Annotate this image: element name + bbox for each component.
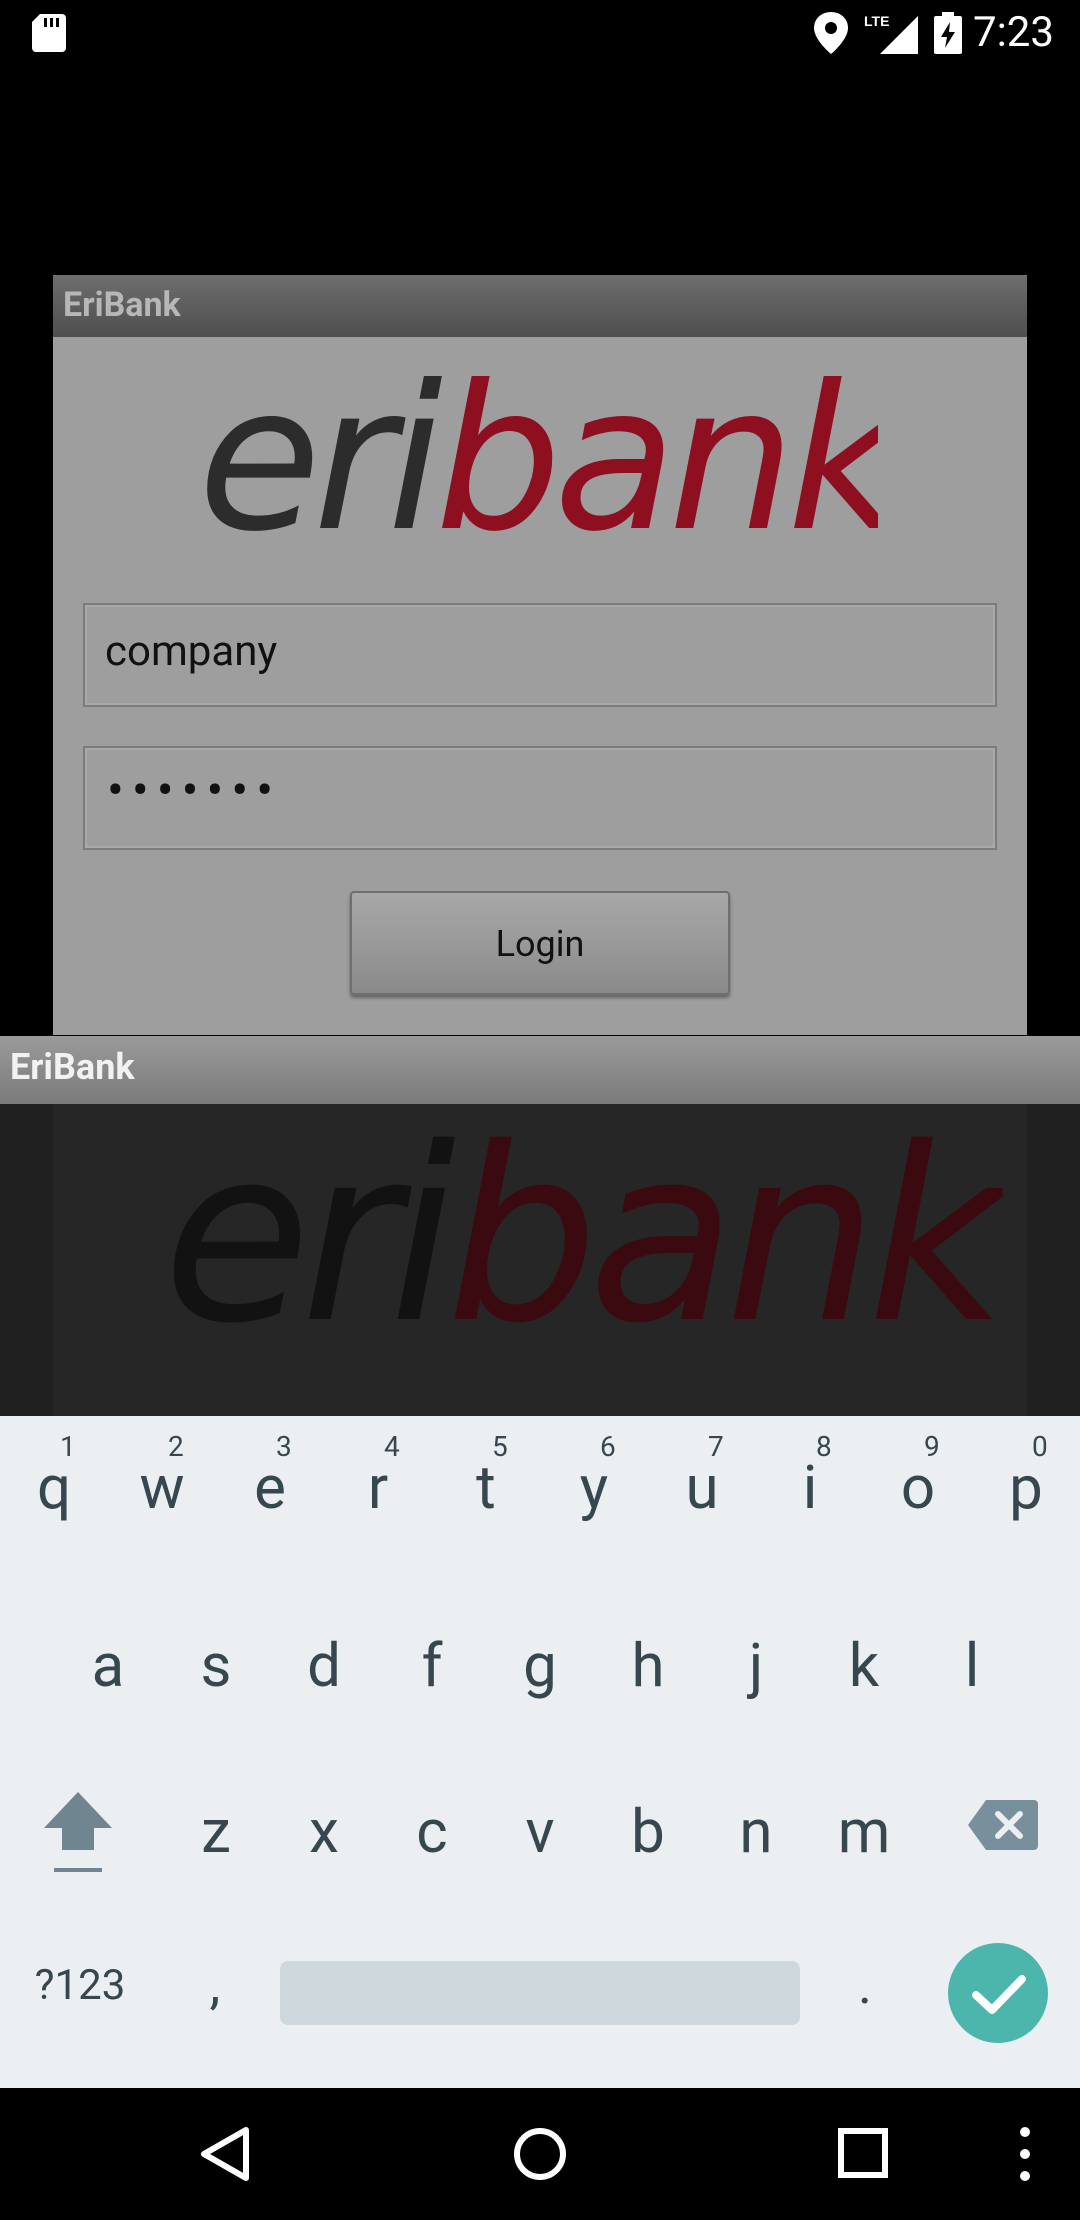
key-g[interactable]: g xyxy=(486,1630,594,1790)
key-label: f xyxy=(421,1630,443,1701)
key-label: u xyxy=(685,1452,719,1523)
key-label: l xyxy=(964,1630,980,1701)
key-label: a xyxy=(91,1630,125,1701)
key-b[interactable]: b xyxy=(594,1796,702,1956)
key-p[interactable]: 0p xyxy=(972,1416,1080,1576)
key-label: x xyxy=(309,1796,339,1867)
svg-text:LTE: LTE xyxy=(864,13,889,29)
back-icon[interactable] xyxy=(196,2124,252,2184)
key-t[interactable]: 5t xyxy=(432,1416,540,1576)
key-y[interactable]: 6y xyxy=(540,1416,648,1576)
backspace-key-icon[interactable] xyxy=(968,1800,1038,1850)
comma-key[interactable]: , xyxy=(180,1946,250,2026)
key-label: b xyxy=(631,1796,665,1867)
key-j[interactable]: j xyxy=(702,1630,810,1790)
key-c[interactable]: c xyxy=(378,1796,486,1956)
key-v[interactable]: v xyxy=(486,1796,594,1956)
key-label: n xyxy=(739,1796,773,1867)
location-icon xyxy=(814,12,848,54)
key-label: h xyxy=(631,1630,665,1701)
recents-icon[interactable] xyxy=(838,2128,888,2178)
key-x[interactable]: x xyxy=(270,1796,378,1956)
key-label: o xyxy=(900,1452,936,1523)
key-r[interactable]: 4r xyxy=(324,1416,432,1576)
key-label: r xyxy=(367,1452,389,1523)
password-value: ••••••• xyxy=(107,762,282,820)
svg-text:eribank: eribank xyxy=(198,363,878,553)
key-z[interactable]: z xyxy=(162,1796,270,1956)
clock: 7:23 xyxy=(973,8,1054,57)
key-d[interactable]: d xyxy=(270,1630,378,1790)
battery-charging-icon xyxy=(934,12,962,54)
password-field[interactable]: ••••••• xyxy=(83,746,997,850)
home-icon[interactable] xyxy=(512,2124,568,2184)
eribank-logo: eribank xyxy=(198,363,878,553)
key-l[interactable]: l xyxy=(918,1630,1026,1790)
lte-signal-icon: LTE xyxy=(864,13,918,54)
window-content: eribank xyxy=(53,1104,1027,1416)
key-u[interactable]: 7u xyxy=(648,1416,756,1576)
key-w[interactable]: 2w xyxy=(108,1416,216,1576)
login-dialog: EriBank eribank company ••••••• Login xyxy=(53,275,1027,1035)
login-button-label: Login xyxy=(495,923,585,965)
svg-text:eribank: eribank xyxy=(163,1124,1003,1344)
login-button[interactable]: Login xyxy=(350,891,730,995)
key-label: v xyxy=(525,1796,555,1867)
dialog-title-bar: EriBank xyxy=(53,275,1027,337)
key-i[interactable]: 8i xyxy=(756,1416,864,1576)
checkmark-icon xyxy=(972,1975,1026,2014)
period-key[interactable]: . xyxy=(830,1946,900,2026)
key-label: e xyxy=(254,1452,286,1523)
key-label: g xyxy=(523,1630,557,1701)
key-label: w xyxy=(139,1452,185,1523)
key-label: y xyxy=(579,1452,609,1523)
key-f[interactable]: f xyxy=(378,1630,486,1790)
sd-card-icon xyxy=(32,14,66,52)
eribank-logo-dim: eribank xyxy=(163,1124,1003,1344)
key-e[interactable]: 3e xyxy=(216,1416,324,1576)
key-label: c xyxy=(416,1796,448,1867)
username-value: company xyxy=(105,627,278,676)
key-label: i xyxy=(802,1452,818,1523)
navigation-bar xyxy=(0,2088,1080,2220)
done-key[interactable] xyxy=(948,1943,1048,2043)
key-label: z xyxy=(201,1796,231,1867)
symbols-key[interactable]: ?123 xyxy=(20,1946,140,2026)
soft-keyboard: 1q2w3e4r5t6y7u8i9o0p a s d f g h j k l z x c v b nm ?… xyxy=(0,1416,1080,2088)
key-label: q xyxy=(36,1452,72,1523)
key-n[interactable]: n xyxy=(702,1796,810,1956)
key-q[interactable]: 1q xyxy=(0,1416,108,1576)
space-key[interactable] xyxy=(280,1961,800,2025)
dialog-title: EriBank xyxy=(63,285,181,325)
key-label: t xyxy=(476,1452,496,1523)
key-s[interactable]: s xyxy=(162,1630,270,1790)
key-k[interactable]: k xyxy=(810,1630,918,1790)
key-label: j xyxy=(748,1630,764,1701)
key-label: k xyxy=(848,1630,880,1701)
eribank-window-bar: EriBank xyxy=(0,1036,1080,1104)
eribank-window-body: eribank xyxy=(0,1104,1080,1416)
key-label: p xyxy=(1009,1452,1043,1523)
key-label: d xyxy=(307,1630,341,1701)
key-label: m xyxy=(837,1796,891,1867)
overflow-menu-icon[interactable] xyxy=(1010,2124,1040,2184)
status-bar: LTE 7:23 xyxy=(0,0,1080,66)
key-label: s xyxy=(200,1630,232,1701)
key-a[interactable]: a xyxy=(54,1630,162,1790)
key-m[interactable]: m xyxy=(810,1796,918,1956)
username-field[interactable]: company xyxy=(83,603,997,707)
window-title: EriBank xyxy=(10,1046,135,1088)
key-o[interactable]: 9o xyxy=(864,1416,972,1576)
shift-key-icon[interactable] xyxy=(38,1788,118,1878)
key-h[interactable]: h xyxy=(594,1630,702,1790)
